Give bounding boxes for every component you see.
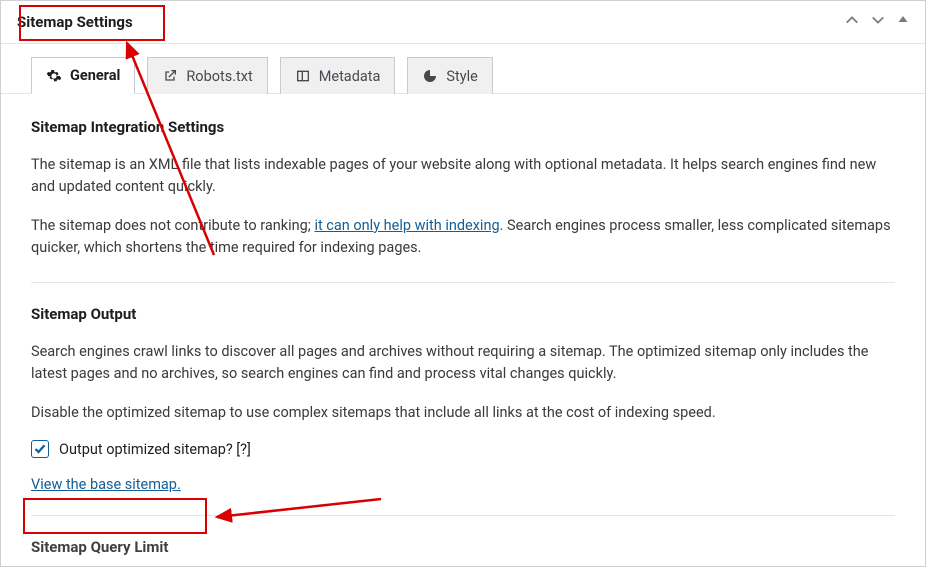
tab-label: Style	[446, 68, 477, 85]
gear-icon	[46, 68, 62, 84]
caret-up-icon[interactable]	[897, 13, 909, 31]
tab-general[interactable]: General	[31, 57, 135, 94]
output-p2: Disable the optimized sitemap to use com…	[31, 402, 895, 424]
check-icon	[34, 443, 46, 455]
optimized-sitemap-checkbox[interactable]	[31, 440, 49, 458]
output-p1: Search engines crawl links to discover a…	[31, 341, 895, 386]
content: Sitemap Integration Settings The sitemap…	[1, 94, 925, 566]
tab-metadata[interactable]: Metadata	[280, 57, 396, 94]
view-sitemap-row: View the base sitemap.	[31, 474, 895, 493]
tab-style[interactable]: Style	[407, 57, 492, 94]
chevron-down-icon[interactable]	[871, 13, 885, 31]
partial-circle-icon	[422, 68, 438, 84]
view-base-sitemap-link[interactable]: View the base sitemap.	[31, 476, 181, 493]
panel-header: Sitemap Settings	[1, 1, 925, 44]
chevron-up-icon[interactable]	[845, 13, 859, 31]
checkbox-label: Output optimized sitemap? [?]	[59, 441, 251, 458]
panel-title: Sitemap Settings	[17, 13, 133, 31]
tab-robots[interactable]: Robots.txt	[147, 57, 267, 94]
export-icon	[162, 68, 178, 84]
divider	[31, 515, 895, 516]
optimized-sitemap-row: Output optimized sitemap? [?]	[31, 440, 895, 458]
columns-icon	[295, 68, 311, 84]
tabs: General Robots.txt Metadata Style	[1, 44, 925, 94]
integration-p2: The sitemap does not contribute to ranki…	[31, 215, 895, 260]
panel-controls	[845, 13, 909, 31]
text: The sitemap does not contribute to ranki…	[31, 217, 314, 234]
tab-label: Metadata	[319, 68, 381, 85]
section-title-query: Sitemap Query Limit	[31, 538, 895, 556]
tab-label: Robots.txt	[186, 68, 252, 85]
section-title-output: Sitemap Output	[31, 305, 895, 323]
integration-p1: The sitemap is an XML file that lists in…	[31, 154, 895, 199]
tab-label: General	[70, 67, 120, 84]
indexing-link[interactable]: it can only help with indexing	[314, 217, 499, 234]
sitemap-settings-panel: Sitemap Settings General Robots.txt Meta…	[0, 0, 926, 567]
section-title-integration: Sitemap Integration Settings	[31, 118, 895, 136]
divider	[31, 282, 895, 283]
